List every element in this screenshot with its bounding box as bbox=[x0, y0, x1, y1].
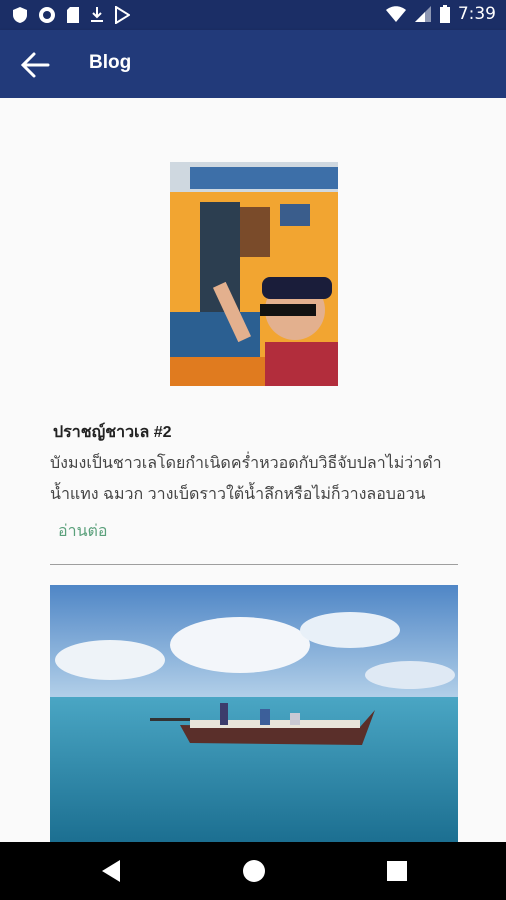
back-triangle-icon bbox=[102, 860, 120, 882]
system-status: 7:39 bbox=[385, 4, 496, 24]
post-excerpt: บังมงเป็นชาวเลโดยกำเนิดคร่ำหวอดกับวิธีจั… bbox=[50, 455, 442, 503]
post-title[interactable]: ปราชญ์ชาวเล #2 bbox=[53, 420, 172, 445]
nav-recents-button[interactable] bbox=[385, 858, 409, 888]
wifi-icon bbox=[385, 5, 406, 23]
navigation-bar bbox=[0, 842, 506, 900]
battery-icon bbox=[439, 5, 450, 23]
divider bbox=[50, 564, 458, 565]
clock: 7:39 bbox=[457, 4, 496, 24]
app-bar: Blog bbox=[0, 30, 506, 98]
home-circle-icon bbox=[243, 860, 265, 882]
notification-icons bbox=[12, 6, 130, 24]
page-title: Blog bbox=[89, 52, 132, 73]
nav-back-button[interactable] bbox=[98, 858, 122, 888]
read-more-link[interactable]: อ่านต่อ bbox=[58, 519, 108, 544]
download-icon bbox=[90, 6, 104, 24]
blog-list[interactable]: ปราชญ์ชาวเล #2 บังมงเป็นชาวเลโดยกำเนิดคร… bbox=[0, 98, 506, 842]
record-icon bbox=[38, 6, 56, 24]
back-button[interactable] bbox=[18, 48, 52, 82]
post-thumbnail[interactable] bbox=[170, 162, 338, 386]
shield-icon bbox=[12, 6, 28, 24]
sd-card-icon bbox=[66, 6, 80, 24]
nav-home-button[interactable] bbox=[241, 858, 267, 888]
recents-square-icon bbox=[387, 861, 407, 881]
play-store-icon bbox=[114, 6, 130, 24]
signal-icon bbox=[414, 5, 432, 23]
arrow-back-icon bbox=[20, 52, 50, 78]
post-thumbnail[interactable] bbox=[50, 585, 458, 842]
status-bar: 7:39 bbox=[0, 0, 506, 30]
